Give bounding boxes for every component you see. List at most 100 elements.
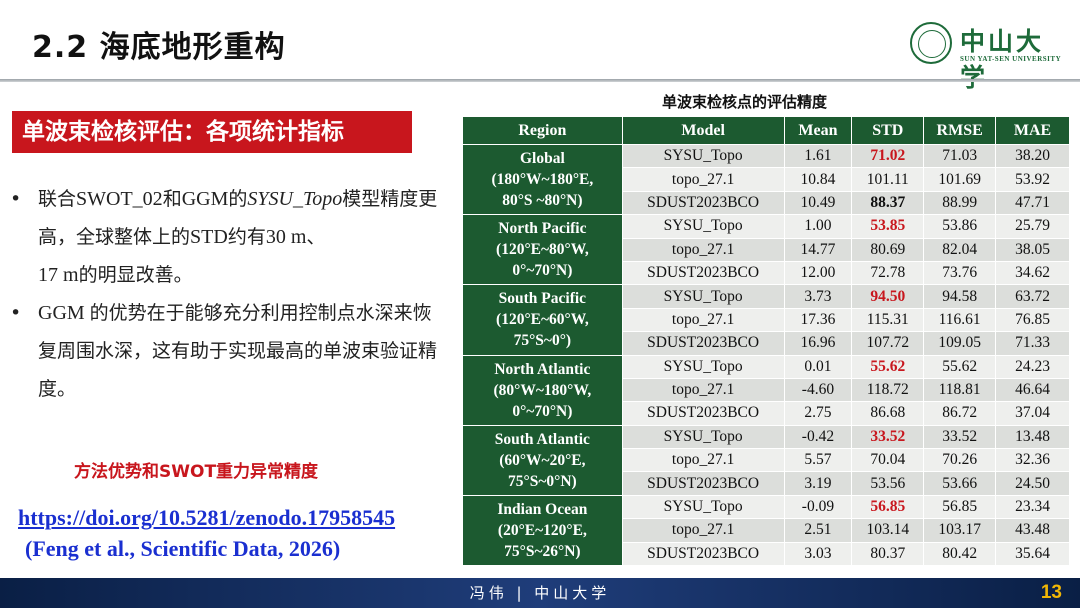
rmse-cell: 118.81 [923, 377, 997, 403]
region-label-line: (80°W~180°W, [493, 381, 592, 399]
mae-cell: 13.48 [995, 424, 1070, 450]
mean-cell: 1.00 [783, 214, 853, 239]
metrics-table: Region Model Mean STD RMSE MAE Global (18… [462, 116, 1070, 567]
mean-cell: -0.09 [783, 494, 853, 520]
region-label-line: 0°~70°N) [512, 262, 573, 280]
rmse-cell: 53.66 [923, 471, 997, 496]
mean-cell: 3.03 [783, 541, 853, 567]
std-cell: 71.02 [851, 143, 925, 169]
model-cell: topo_27.1 [621, 448, 785, 473]
model-cell: SYSU_Topo [621, 284, 785, 309]
std-cell: 53.56 [851, 471, 925, 496]
mean-cell: 2.51 [783, 518, 853, 543]
region-label-line: 75°S~0°) [513, 332, 572, 350]
std-cell: 88.37 [851, 190, 925, 216]
mae-cell: 38.20 [995, 143, 1070, 169]
bullet-item-2: • GGM 的优势在于能够充分利用控制点水深来恢复周围水深，这有助于实现最高的单波… [10, 294, 450, 408]
model-cell: SDUST2023BCO [621, 401, 785, 426]
region-label-line: Global [519, 150, 565, 168]
mae-cell: 71.33 [995, 331, 1070, 356]
mae-cell: 35.64 [995, 541, 1070, 567]
bullet-dot-icon: • [10, 188, 22, 210]
region-cell: Indian Ocean (20°E~120°E, 75°S~26°N) [462, 494, 623, 567]
footer-bar: 冯伟 | 中山大学 13 [0, 578, 1080, 608]
logo-english-name: SUN YAT-SEN UNIVERSITY [960, 55, 1062, 63]
table-header-row: Region Model Mean STD RMSE MAE [462, 116, 1070, 145]
model-cell: SYSU_Topo [621, 354, 785, 379]
mean-cell: 12.00 [783, 260, 853, 286]
bullet-dot-icon: • [10, 302, 22, 324]
mae-cell: 76.85 [995, 307, 1070, 333]
model-cell: topo_27.1 [621, 307, 785, 333]
table-row: South Atlantic (60°W~20°E, 75°S~0°N) SYSU_T… [462, 424, 1070, 496]
region-cell: Global (180°W~180°E, 80°S ~80°N) [462, 143, 623, 216]
region-label-line: (60°W~20°E, [499, 451, 586, 469]
mae-cell: 38.05 [995, 237, 1070, 262]
mean-cell: 5.57 [783, 448, 853, 473]
mean-cell: 10.49 [783, 190, 853, 216]
region-label-line: 80°S ~80°N) [502, 192, 583, 210]
citation-text: (Feng et al., Scientific Data, 2026) [25, 536, 341, 561]
rmse-cell: 71.03 [923, 143, 997, 169]
rmse-cell: 116.61 [923, 307, 997, 333]
mean-cell: 14.77 [783, 237, 853, 262]
mean-cell: 1.61 [783, 143, 853, 169]
std-cell: 103.14 [851, 518, 925, 543]
mae-cell: 46.64 [995, 377, 1070, 403]
model-cell: SDUST2023BCO [621, 471, 785, 496]
model-cell: SDUST2023BCO [621, 541, 785, 567]
header-std: STD [851, 116, 925, 145]
method-highlight: 方法优势和SWOT重力异常精度 [74, 462, 319, 482]
model-cell: SYSU_Topo [621, 214, 785, 239]
model-cell: SDUST2023BCO [621, 190, 785, 216]
mae-cell: 25.79 [995, 214, 1070, 239]
region-label-line: 75°S~26°N) [504, 542, 581, 560]
std-cell: 53.85 [851, 214, 925, 239]
region-cell: North Pacific (120°E~80°W, 0°~70°N) [462, 214, 623, 286]
region-label-line: South Atlantic [494, 430, 590, 448]
std-cell: 56.85 [851, 494, 925, 520]
mae-cell: 43.48 [995, 518, 1070, 543]
mae-cell: 24.23 [995, 354, 1070, 379]
mean-cell: 3.73 [783, 284, 853, 309]
mean-cell: 17.36 [783, 307, 853, 333]
mean-cell: 2.75 [783, 401, 853, 426]
model-cell: topo_27.1 [621, 377, 785, 403]
region-cell: South Atlantic (60°W~20°E, 75°S~0°N) [462, 424, 623, 496]
doi-link[interactable]: https://doi.org/10.5281/zenodo.17958545 [18, 505, 395, 531]
header-model: Model [621, 116, 785, 145]
mae-cell: 63.72 [995, 284, 1070, 309]
table-row: South Pacific (120°E~60°W, 75°S~0°) SYSU_To… [462, 284, 1070, 356]
region-label-line: (180°W~180°E, [491, 171, 594, 189]
university-seal-icon [910, 22, 952, 64]
title-divider [0, 79, 1080, 82]
region-cell: South Pacific (120°E~60°W, 75°S~0°) [462, 284, 623, 356]
std-cell: 80.37 [851, 541, 925, 567]
rmse-cell: 86.72 [923, 401, 997, 426]
std-cell: 72.78 [851, 260, 925, 286]
std-cell: 55.62 [851, 354, 925, 379]
region-label-line: South Pacific [498, 290, 587, 308]
std-cell: 94.50 [851, 284, 925, 309]
std-cell: 107.72 [851, 331, 925, 356]
region-label-line: 0°~70°N) [512, 402, 573, 420]
mean-cell: -0.42 [783, 424, 853, 450]
region-cell: North Atlantic (80°W~180°W, 0°~70°N) [462, 354, 623, 426]
rmse-cell: 55.62 [923, 354, 997, 379]
header-mae: MAE [995, 116, 1070, 145]
mean-cell: 3.19 [783, 471, 853, 496]
region-label-line: 75°S~0°N) [508, 472, 577, 490]
std-cell: 118.72 [851, 377, 925, 403]
region-label-line: North Pacific [498, 220, 587, 238]
rmse-cell: 80.42 [923, 541, 997, 567]
table-row: Indian Ocean (20°E~120°E, 75°S~26°N) SYSU_T… [462, 494, 1070, 567]
mae-cell: 53.92 [995, 167, 1070, 192]
footer-author: 冯伟 | 中山大学 [469, 584, 611, 602]
mean-cell: -4.60 [783, 377, 853, 403]
model-cell: topo_27.1 [621, 518, 785, 543]
model-cell: SYSU_Topo [621, 424, 785, 450]
rmse-cell: 70.26 [923, 448, 997, 473]
header-region: Region [462, 116, 623, 145]
mean-cell: 16.96 [783, 331, 853, 356]
rmse-cell: 82.04 [923, 237, 997, 262]
